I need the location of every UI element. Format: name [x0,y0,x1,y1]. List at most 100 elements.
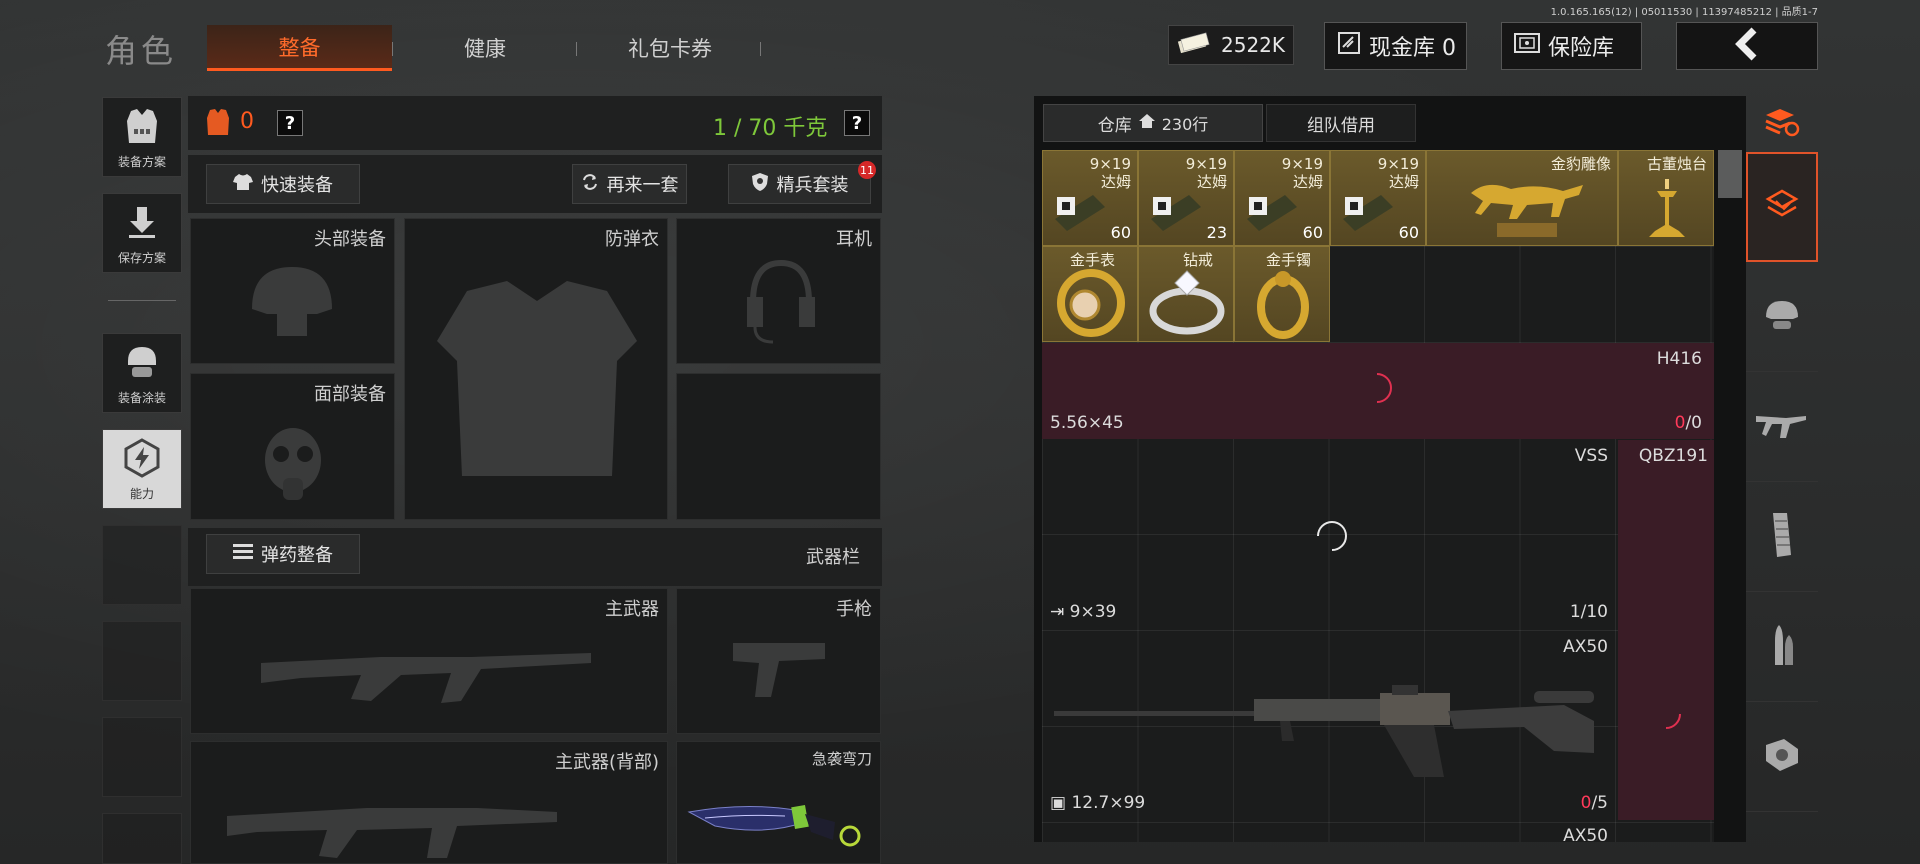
ammo-item[interactable]: 9×19 达姆 60 [1330,150,1426,246]
candlestick-icon [1649,179,1685,237]
vault-card-icon [1337,31,1361,61]
tab-storage[interactable]: 仓库 230行 [1043,104,1263,142]
sidenav-paint[interactable]: 装备涂装 [102,333,182,413]
sort-refresh-button[interactable] [1746,96,1818,152]
help-icon[interactable]: ? [277,110,303,136]
category-magazines[interactable] [1746,482,1818,592]
weapon-row-ax50-2[interactable]: AX50 [1042,822,1618,842]
weight-help-icon[interactable]: ? [844,110,870,136]
ammo-box-icon [1055,195,1105,231]
team-tab-label: 组队借用 [1307,115,1375,136]
slot-primary[interactable]: 主武器 [190,588,668,734]
shirt-icon [233,173,253,196]
ammo-prep-label: 弹药整备 [261,545,333,566]
warehouse-scrollbar[interactable] [1718,150,1742,198]
watch-icon [1057,269,1125,337]
sidenav-label: 能力 [129,487,154,501]
slot-face-label: 面部装备 [314,384,386,405]
sidenav-ability[interactable]: 能力 [102,429,182,509]
vest-silhouette-icon [437,281,637,476]
gold-bracelet-item[interactable]: 金手镯 [1234,246,1330,342]
quick-equip-label: 快速装备 [261,175,333,196]
quick-equip-button[interactable]: 快速装备 [206,164,360,204]
bracelet-icon [1257,271,1309,339]
sidenav-equip-plan[interactable]: 装备方案 [102,97,182,177]
weapon-bar-label: 武器栏 [806,547,860,568]
ring-icon [1149,270,1225,335]
gold-statue-item[interactable]: 金豹雕像 [1426,150,1618,246]
weapon-caliber-row: ▣ 12.7×99 [1050,793,1146,813]
refresh-icon [581,173,599,196]
page-title: 角色 [105,32,178,70]
weapon-row-ax50[interactable]: AX50 ▣ 12.7×99 0/5 [1042,631,1618,821]
weapon-column-qbz191[interactable]: QBZ191 [1618,440,1714,820]
category-gear[interactable] [1746,262,1818,372]
tab-health[interactable]: 健康 [420,25,550,71]
slot-primary-back[interactable]: 主武器(背部) [190,741,668,864]
weapon-row-vss[interactable]: VSS ⇥ 9×39 1/10 [1042,440,1618,630]
sidenav-empty-slot [102,621,182,701]
slot-head[interactable]: 头部装备 [190,218,395,364]
loading-spinner-icon [1376,373,1392,403]
slot-pistol[interactable]: 手枪 [676,588,881,734]
sidenav-label: 装备涂装 [117,391,166,405]
ammo-prep-button[interactable]: 弹药整备 [206,534,360,574]
weapon-caliber: 5.56×45 [1050,413,1124,433]
category-weapons[interactable] [1746,372,1818,482]
slot-primary-label: 主武器 [605,599,659,620]
weapon-name: QBZ191 [1638,446,1708,466]
loading-spinner-icon [1317,521,1347,551]
gasmask-silhouette-icon [265,428,321,500]
slot-melee[interactable]: 急袭弯刀 [676,741,881,864]
tab-divider [576,42,577,56]
diamond-ring-item[interactable]: 钻戒 [1138,246,1234,342]
notification-badge: 11 [858,161,876,179]
sidenav-save-plan[interactable]: 保存方案 [102,193,182,273]
slot-face[interactable]: 面部装备 [190,373,395,520]
back-button[interactable] [1676,22,1818,70]
warehouse-grid[interactable]: 9×19 达姆 60 9×19 达姆 23 9×19 达姆 60 9×19 达姆 60 … [1042,150,1714,842]
bullet-icon [1767,621,1797,673]
elite-set-button[interactable]: 精兵套装 [728,164,871,204]
safe-icon [1514,32,1540,60]
tab-gift[interactable]: 礼包卡券 [600,25,740,71]
slot-primary-back-label: 主武器(背部) [554,752,659,773]
rifle-silhouette-icon [261,653,591,703]
slot-headset[interactable]: 耳机 [676,218,881,364]
ammo-box-icon [1343,195,1393,231]
sidenav-label: 装备方案 [117,155,166,169]
leopard-statue-icon [1471,184,1583,237]
safe-button[interactable]: 保险库 [1501,22,1642,70]
cash-vault-button[interactable]: 现金库 0 [1324,22,1467,70]
ammo-item[interactable]: 9×19 达姆 23 [1138,150,1234,246]
slot-vest[interactable]: 防弹衣 [404,218,668,520]
ammo-box-icon [1247,195,1297,231]
weapon-caliber-row: ⇥ 9×39 [1050,602,1117,622]
elite-set-label: 精兵套装 [776,175,849,196]
gold-candlestick-item[interactable]: 古董烛台 [1618,150,1714,246]
armor-count: 0 [240,109,254,134]
gold-watch-item[interactable]: 金手表 [1042,246,1138,342]
category-ammo[interactable] [1746,592,1818,702]
helmet-cat-icon [1763,297,1801,337]
sidenav-empty-slot [102,813,182,864]
ammo-item[interactable]: 9×19 达姆 60 [1042,150,1138,246]
category-attachments[interactable] [1746,702,1818,812]
slot-empty [676,373,881,520]
slot-headset-label: 耳机 [836,229,872,250]
weapon-name: VSS [1574,446,1608,466]
ability-icon [123,430,161,485]
shield-icon [751,172,769,197]
storage-rows: 230行 [1161,115,1209,134]
tab-divider [760,42,761,56]
sidenav-label: 保存方案 [117,251,166,265]
tab-team-borrow[interactable]: 组队借用 [1266,104,1416,142]
again-set-label: 再来一套 [606,175,679,196]
ammo-item[interactable]: 9×19 达姆 60 [1234,150,1330,246]
again-set-button[interactable]: 再来一套 [572,164,687,204]
tab-equip[interactable]: 整备 [207,25,392,71]
slot-pistol-label: 手枪 [836,599,872,620]
version-text: 1.0.165.165(12) | 05011530 | 11397485212… [1550,7,1818,18]
weapon-row-h416[interactable]: H416 5.56×45 0/0 [1042,343,1714,439]
category-all[interactable] [1746,152,1818,262]
